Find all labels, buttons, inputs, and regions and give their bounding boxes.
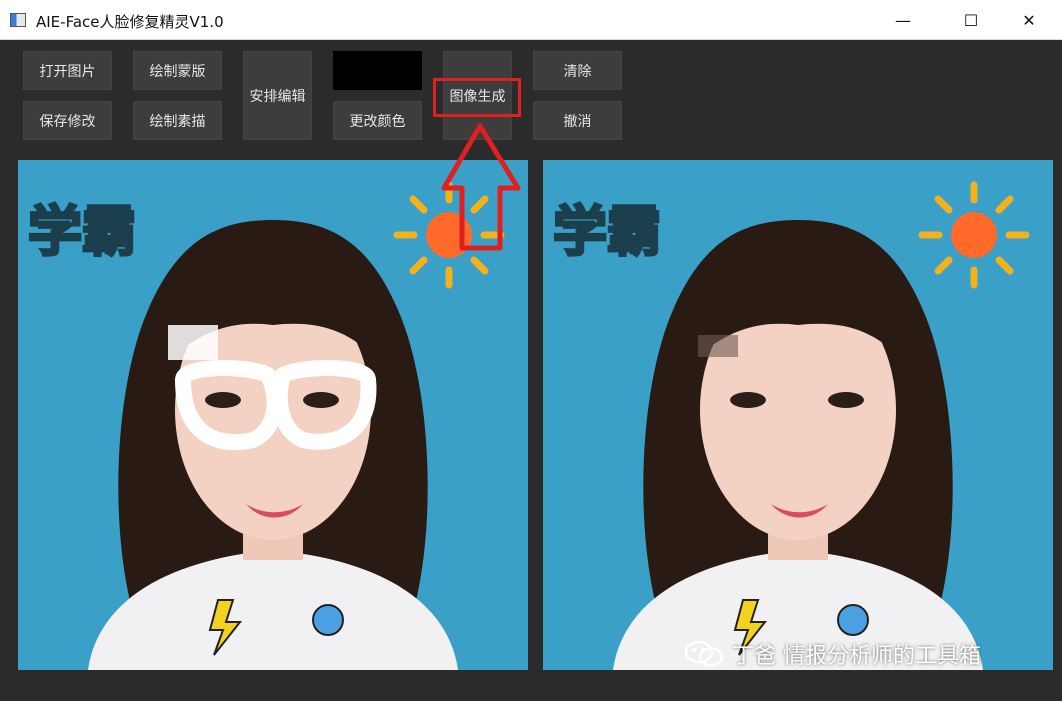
up-arrow-annotation [441, 123, 521, 251]
change-color-button[interactable]: 更改颜色 [333, 101, 422, 140]
output-image-panel[interactable]: 学霸 [543, 160, 1053, 670]
minimize-button[interactable]: — [880, 0, 926, 40]
arrange-edit-button[interactable]: 安排编辑 [243, 51, 312, 140]
current-color-swatch[interactable] [333, 51, 422, 90]
sun-sticker-right [918, 181, 1030, 289]
close-button[interactable]: ✕ [1006, 0, 1052, 40]
status-bar [0, 680, 1062, 701]
undo-button[interactable]: 撤消 [533, 101, 622, 140]
maximize-icon: ☐ [963, 10, 979, 30]
wechat-icon [684, 640, 724, 667]
window-title: AIE-Face人脸修复精灵V1.0 [36, 13, 224, 31]
maximize-button[interactable]: ☐ [948, 0, 994, 40]
xueba-sticker-right: 学霸 [553, 200, 661, 263]
save-changes-button[interactable]: 保存修改 [23, 101, 112, 140]
app-icon [10, 13, 26, 27]
minimize-icon: — [895, 10, 911, 30]
generate-highlight-box [433, 78, 521, 117]
clear-button[interactable]: 清除 [533, 51, 622, 90]
draw-sketch-button[interactable]: 绘制素描 [133, 101, 222, 140]
open-image-button[interactable]: 打开图片 [23, 51, 112, 90]
output-portrait-image: 学霸 [543, 160, 1053, 670]
watermark-text: 丁爸 情报分析师的工具箱 [732, 644, 981, 669]
watermark: 丁爸 情报分析师的工具箱 [684, 636, 981, 672]
draw-mask-button[interactable]: 绘制蒙版 [133, 51, 222, 90]
close-icon: ✕ [1022, 10, 1036, 30]
xueba-sticker-left: 学霸 [28, 200, 136, 263]
title-bar: AIE-Face人脸修复精灵V1.0 — ☐ ✕ [0, 0, 1062, 40]
